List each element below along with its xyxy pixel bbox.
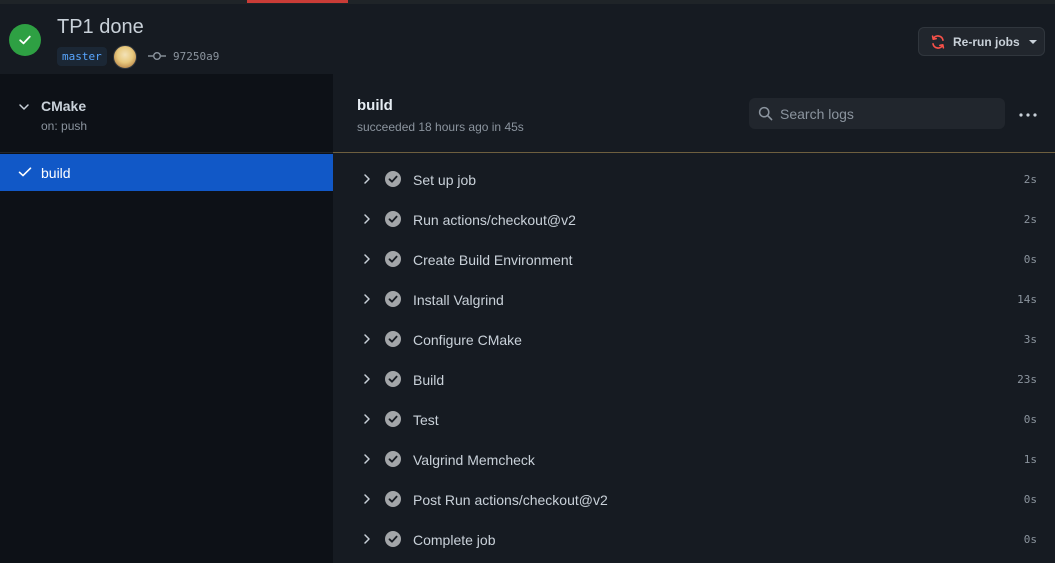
caret-down-icon — [1028, 39, 1037, 44]
step-row[interactable]: Test 0s — [333, 400, 1055, 440]
chevron-right-icon — [364, 334, 370, 344]
step-label: Post Run actions/checkout@v2 — [413, 492, 608, 508]
workflow-sidebar: CMake on: push build — [0, 74, 333, 563]
workflow-run-header: TP1 done master 97250a9 Re-run jobs — [0, 0, 1055, 74]
chevron-right-icon — [364, 454, 370, 464]
step-label: Run actions/checkout@v2 — [413, 212, 576, 228]
job-status-text: succeeded 18 hours ago in 45s — [357, 120, 524, 134]
check-circle-icon — [385, 211, 401, 227]
search-logs-input[interactable] — [780, 98, 995, 129]
success-status-icon — [9, 24, 41, 56]
chevron-down-icon — [19, 104, 29, 110]
workflow-trigger: on: push — [41, 119, 88, 133]
search-logs[interactable] — [749, 98, 1005, 129]
check-icon — [18, 167, 32, 177]
step-row[interactable]: Create Build Environment 0s — [333, 240, 1055, 280]
sidebar-item-build[interactable]: build — [0, 154, 333, 191]
search-icon — [758, 106, 773, 121]
rerun-jobs-button[interactable]: Re-run jobs — [918, 27, 1045, 56]
sidebar-item-label: build — [41, 165, 71, 181]
step-label: Configure CMake — [413, 332, 522, 348]
step-label: Create Build Environment — [413, 252, 573, 268]
step-duration: 2s — [1023, 173, 1037, 186]
step-label: Complete job — [413, 532, 496, 548]
job-title: build — [357, 97, 393, 114]
job-steps-list: Set up job 2s Run actions/checkout@v2 2s… — [333, 160, 1055, 560]
chevron-right-icon — [364, 294, 370, 304]
job-header: build succeeded 18 hours ago in 45s — [333, 74, 1055, 153]
step-duration: 0s — [1023, 413, 1037, 426]
check-circle-icon — [385, 531, 401, 547]
active-tab-indicator — [247, 0, 348, 3]
commit-icon — [148, 52, 166, 60]
commit-sha-link[interactable]: 97250a9 — [173, 50, 219, 63]
rerun-jobs-label: Re-run jobs — [953, 34, 1020, 49]
check-circle-icon — [385, 371, 401, 387]
step-label: Install Valgrind — [413, 292, 504, 308]
step-duration: 1s — [1023, 453, 1037, 466]
step-duration: 2s — [1023, 213, 1037, 226]
check-circle-icon — [385, 251, 401, 267]
kebab-menu-icon[interactable] — [1017, 104, 1039, 126]
step-duration: 14s — [1017, 293, 1037, 306]
job-log-panel: build succeeded 18 hours ago in 45s Set … — [333, 74, 1055, 563]
step-label: Test — [413, 412, 439, 428]
check-circle-icon — [385, 171, 401, 187]
chevron-right-icon — [364, 214, 370, 224]
chevron-right-icon — [364, 494, 370, 504]
chevron-right-icon — [364, 534, 370, 544]
check-circle-icon — [385, 291, 401, 307]
step-duration: 0s — [1023, 533, 1037, 546]
chevron-right-icon — [364, 174, 370, 184]
branch-label[interactable]: master — [57, 47, 107, 66]
check-circle-icon — [385, 411, 401, 427]
sync-icon — [931, 34, 945, 49]
step-label: Valgrind Memcheck — [413, 452, 535, 468]
chevron-right-icon — [364, 374, 370, 384]
step-duration: 3s — [1023, 333, 1037, 346]
chevron-right-icon — [364, 254, 370, 264]
step-row[interactable]: Configure CMake 3s — [333, 320, 1055, 360]
run-title: TP1 done — [57, 16, 144, 38]
step-duration: 23s — [1017, 373, 1037, 386]
step-row[interactable]: Set up job 2s — [333, 160, 1055, 200]
step-label: Build — [413, 372, 445, 388]
avatar[interactable] — [113, 45, 137, 69]
check-circle-icon — [385, 491, 401, 507]
workflow-summary[interactable]: CMake on: push — [0, 74, 333, 153]
step-row[interactable]: Post Run actions/checkout@v2 0s — [333, 480, 1055, 520]
step-row[interactable]: Complete job 0s — [333, 520, 1055, 560]
step-row[interactable]: Run actions/checkout@v2 2s — [333, 200, 1055, 240]
step-row[interactable]: Valgrind Memcheck 1s — [333, 440, 1055, 480]
step-duration: 0s — [1023, 493, 1037, 506]
check-circle-icon — [385, 331, 401, 347]
step-duration: 0s — [1023, 253, 1037, 266]
step-label: Set up job — [413, 172, 477, 188]
workflow-name: CMake — [41, 98, 87, 114]
chevron-right-icon — [364, 414, 370, 424]
check-circle-icon — [385, 451, 401, 467]
step-row[interactable]: Install Valgrind 14s — [333, 280, 1055, 320]
step-row[interactable]: Build 23s — [333, 360, 1055, 400]
